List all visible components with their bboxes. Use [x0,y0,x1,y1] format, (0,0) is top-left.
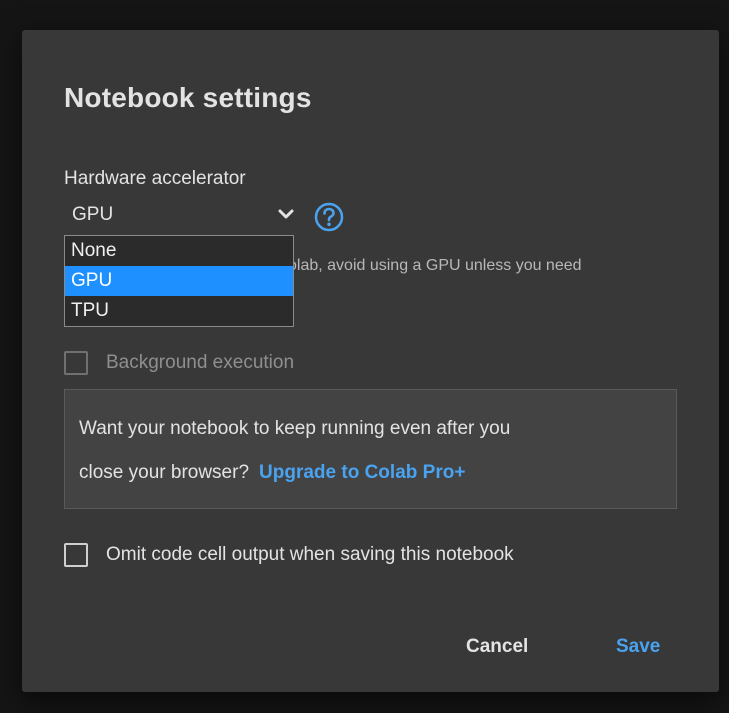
help-circle-icon[interactable] [313,201,345,233]
notebook-settings-dialog: Notebook settings Hardware accelerator G… [22,30,719,692]
dialog-title: Notebook settings [64,82,312,113]
hardware-accelerator-value: GPU [72,204,114,225]
upgrade-to-colab-pro-link[interactable]: Upgrade to Colab Pro+ [259,462,465,483]
promo-text-line-1: Want your notebook to keep running even … [79,418,511,439]
promo-text-question: close your browser? [79,462,250,483]
option-none[interactable]: None [65,236,293,266]
cancel-button[interactable]: Cancel [456,630,538,664]
background-execution-checkbox[interactable] [64,351,88,375]
background-execution-label: Background execution [106,352,295,373]
hardware-accelerator-dropdown: None GPU TPU [64,235,294,327]
option-tpu[interactable]: TPU [65,296,293,326]
hardware-accelerator-label: Hardware accelerator [64,168,246,189]
option-gpu[interactable]: GPU [65,266,293,296]
omit-output-row[interactable]: Omit code cell output when saving this n… [64,543,514,567]
background-execution-row[interactable]: Background execution [64,351,294,375]
hardware-accelerator-select[interactable]: GPU [64,200,294,230]
promo-text-line-2: close your browser? Upgrade to Colab Pro+ [79,450,662,494]
gpu-usage-hint: olab, avoid using a GPU unless you need [288,257,582,274]
omit-output-checkbox[interactable] [64,543,88,567]
chevron-down-icon [278,209,294,219]
save-button[interactable]: Save [606,630,670,664]
upgrade-promo-box: Want your notebook to keep running even … [64,389,677,509]
omit-output-label: Omit code cell output when saving this n… [106,544,514,565]
